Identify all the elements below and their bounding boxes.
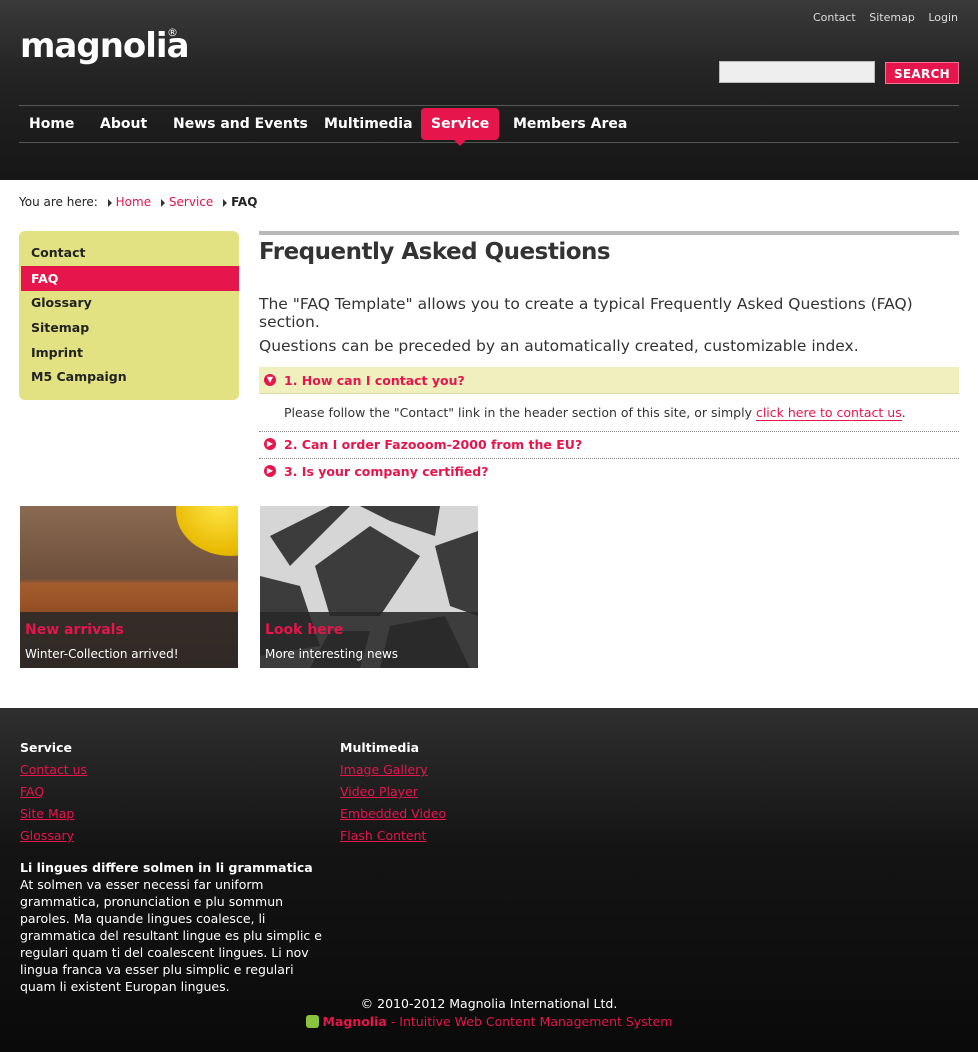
faq-question-3[interactable]: ▶ 3. Is your company certified? [259, 458, 959, 485]
nav-item-home[interactable]: Home [19, 106, 84, 142]
teaser-caption: New arrivals Winter-Collection arrived! [20, 612, 238, 668]
powered-by-brand-link[interactable]: Magnolia [323, 1014, 387, 1029]
faq-answer-suffix: . [901, 405, 906, 420]
subnav-item-sitemap[interactable]: Sitemap [21, 315, 239, 340]
copyright: © 2010-2012 Magnolia International Ltd. [360, 996, 618, 1011]
footer-link-faq[interactable]: FAQ [20, 783, 87, 800]
footer-heading: Service [20, 740, 72, 755]
subnav-item-contact[interactable]: Contact [21, 240, 239, 265]
teaser-title: Look here [265, 622, 344, 638]
magnolia-small-logo-icon [305, 1015, 319, 1028]
teaser-text: Winter-Collection arrived! [25, 647, 179, 661]
footer-column-service: Service Contact us FAQ Site Map Glossary [20, 740, 87, 849]
intro-paragraph-2: Questions can be preceded by an automati… [259, 337, 859, 355]
teaser-new-arrivals[interactable]: New arrivals Winter-Collection arrived! [20, 506, 238, 668]
teaser-look-here[interactable]: Look here More interesting news [260, 506, 478, 668]
subnav-item-imprint[interactable]: Imprint [21, 340, 239, 365]
breadcrumb-prefix: You are here: [19, 195, 98, 209]
breadcrumb-home[interactable]: Home [116, 195, 151, 209]
footer-link-site-map[interactable]: Site Map [20, 805, 87, 822]
search-input[interactable] [719, 61, 875, 83]
breadcrumb-current: FAQ [231, 195, 258, 209]
breadcrumb: You are here: Home Service FAQ [19, 195, 257, 209]
meta-navigation: Contact Sitemap Login [803, 11, 958, 24]
footer-link-flash-content[interactable]: Flash Content [340, 827, 446, 844]
footer-link-contact-us[interactable]: Contact us [20, 761, 87, 778]
subnav-item-m5-campaign[interactable]: M5 Campaign [21, 364, 239, 389]
footer-link-video-player[interactable]: Video Player [340, 783, 446, 800]
search-button[interactable]: SEARCH [885, 62, 959, 84]
expand-icon: ▶ [264, 465, 276, 477]
nav-item-about[interactable]: About [90, 106, 157, 142]
page-title: Frequently Asked Questions [259, 239, 611, 265]
title-rule [259, 231, 959, 235]
footer-column-multimedia: Multimedia Image Gallery Video Player Em… [340, 740, 446, 849]
footer-link-embedded-video[interactable]: Embedded Video [340, 805, 446, 822]
magnolia-logo[interactable]: magnolia ® [20, 26, 190, 68]
nav-item-members-area[interactable]: Members Area [503, 106, 637, 142]
powered-by: Magnolia - Intuitive Web Content Managem… [0, 1014, 978, 1029]
meta-link-login[interactable]: Login [928, 11, 958, 24]
faq-question-1[interactable]: ▼ 1. How can I contact you? [259, 367, 959, 394]
faq-question-text: 3. Is your company certified? [284, 464, 489, 479]
teaser-title: New arrivals [25, 622, 124, 638]
footer-link-glossary[interactable]: Glossary [20, 827, 87, 844]
logo-registered-mark: ® [167, 26, 178, 39]
logo-wordmark: magnolia [20, 26, 190, 66]
footer-link-image-gallery[interactable]: Image Gallery [340, 761, 446, 778]
nav-item-multimedia[interactable]: Multimedia [314, 106, 423, 142]
footer-text-body: At solmen va esser necessi far uniform g… [20, 877, 322, 994]
breadcrumb-arrow-icon [223, 198, 228, 207]
footer-text-heading: Li lingues differe solmen in li grammati… [20, 860, 313, 875]
nav-item-news-and-events[interactable]: News and Events [163, 106, 318, 142]
faq-question-text: 1. How can I contact you? [284, 373, 465, 388]
main-navigation: Home About News and Events Multimedia Se… [19, 105, 959, 146]
faq-question-2[interactable]: ▶ 2. Can I order Fazooom-2000 from the E… [259, 431, 959, 458]
meta-link-sitemap[interactable]: Sitemap [869, 11, 915, 24]
subnav-item-glossary[interactable]: Glossary [21, 290, 239, 315]
contact-us-link[interactable]: click here to contact us [755, 405, 902, 421]
subnav-item-faq[interactable]: FAQ [21, 266, 239, 291]
sub-navigation: Contact FAQ Glossary Sitemap Imprint M5 … [19, 231, 239, 400]
teaser-caption: Look here More interesting news [260, 612, 478, 668]
site-header: magnolia ® Contact Sitemap Login SEARCH … [0, 0, 978, 180]
faq-question-text: 2. Can I order Fazooom-2000 from the EU? [284, 437, 583, 452]
nav-item-service[interactable]: Service [421, 108, 500, 146]
faq-answer-1: Please follow the "Contact" link in the … [284, 405, 906, 421]
meta-link-contact[interactable]: Contact [813, 11, 856, 24]
faq-answer-text: Please follow the "Contact" link in the … [284, 405, 752, 420]
site-footer: Service Contact us FAQ Site Map Glossary… [0, 708, 978, 1052]
collapse-icon: ▼ [264, 374, 276, 386]
expand-icon: ▶ [264, 438, 276, 450]
breadcrumb-arrow-icon [107, 198, 112, 207]
teaser-text: More interesting news [265, 647, 399, 661]
powered-by-text: - Intuitive Web Content Management Syste… [390, 1014, 673, 1029]
breadcrumb-arrow-icon [160, 198, 165, 207]
footer-text-block: Li lingues differe solmen in li grammati… [20, 860, 325, 995]
footer-heading: Multimedia [340, 740, 420, 755]
intro-paragraph-1: The "FAQ Template" allows you to create … [259, 295, 913, 331]
breadcrumb-service[interactable]: Service [169, 195, 213, 209]
